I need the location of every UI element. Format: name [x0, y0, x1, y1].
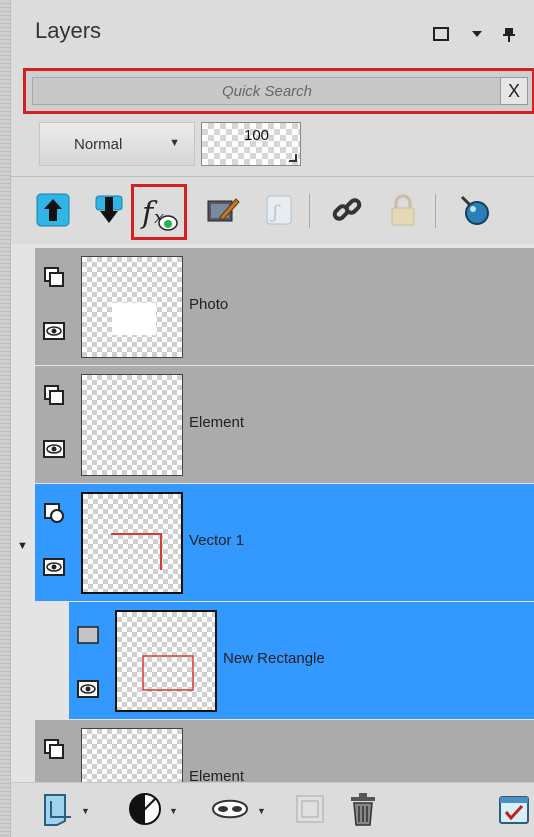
new-adjustment-layer-button[interactable]: ▼: [127, 791, 178, 831]
delete-layer-button[interactable]: [347, 791, 379, 831]
new-adjustment-layer-icon: [127, 791, 163, 832]
toolbar-divider: [435, 194, 436, 228]
move-up-icon[interactable]: [33, 190, 73, 230]
pin-icon[interactable]: [499, 24, 519, 44]
mask-icon[interactable]: ʃ: [259, 190, 299, 230]
layer-row[interactable]: Photo: [35, 248, 534, 366]
edit-selection-icon[interactable]: [203, 190, 243, 230]
layer-row-icons: [35, 248, 79, 366]
opacity-field[interactable]: 100: [201, 122, 301, 166]
new-raster-layer-button[interactable]: ▼: [41, 791, 90, 831]
raster-layer-icon: [43, 738, 65, 760]
merge-icon: [293, 792, 327, 831]
shape-layer-icon: [77, 624, 99, 646]
opacity-resize-grip-icon: [289, 154, 297, 162]
layer-name: New Rectangle: [223, 650, 325, 667]
maximize-icon[interactable]: [431, 24, 451, 44]
layer-thumbnail: [81, 256, 183, 358]
raster-layer-icon: [43, 384, 65, 406]
layer-toolbar: fx ʃ: [11, 184, 534, 240]
layer-row[interactable]: Element: [35, 720, 534, 782]
eye-icon[interactable]: [77, 678, 99, 700]
divider: [11, 176, 534, 177]
layer-row-selected[interactable]: New Rectangle: [69, 602, 534, 720]
vector-layer-icon: [43, 502, 65, 524]
raster-layer-icon: [43, 266, 65, 288]
chevron-down-icon: ▼: [169, 137, 180, 149]
layer-row-icons: [35, 366, 79, 484]
blend-mode-dropdown[interactable]: Normal ▼: [39, 122, 195, 166]
panel-title: Layers: [35, 18, 102, 43]
layer-properties-button[interactable]: [497, 791, 531, 831]
clear-search-button[interactable]: X: [500, 77, 528, 105]
panel-title-bar: Layers: [11, 0, 534, 62]
new-raster-layer-icon: [41, 791, 75, 832]
layer-row-icons: [69, 602, 113, 720]
opacity-value: 100: [244, 127, 270, 144]
eye-icon[interactable]: [43, 438, 65, 460]
move-down-icon[interactable]: [89, 190, 129, 230]
layer-thumbnail: [81, 728, 183, 782]
visibility-toggle-icon[interactable]: [455, 190, 495, 230]
toolbar-divider: [309, 194, 310, 228]
layer-styles-fx-icon[interactable]: fx: [131, 184, 187, 240]
quick-search-input[interactable]: [32, 77, 502, 105]
layer-thumbnail: [81, 374, 183, 476]
panel-resize-grip[interactable]: [0, 0, 10, 837]
layer-name: Vector 1: [189, 532, 245, 549]
eye-icon[interactable]: [43, 320, 65, 342]
chevron-down-icon: ▼: [257, 806, 266, 816]
lock-icon[interactable]: [383, 190, 423, 230]
bottom-toolbar: ▼ ▼ ▼: [11, 782, 534, 837]
layer-thumbnail: [115, 610, 217, 712]
collapse-arrow-icon[interactable]: ▼: [17, 540, 28, 552]
layer-row[interactable]: Element: [35, 366, 534, 484]
layer-name: Element: [189, 768, 245, 782]
menu-caret-icon[interactable]: [467, 24, 487, 44]
quick-search-container: X: [23, 68, 534, 114]
layer-row-icons: [35, 484, 79, 602]
eye-icon[interactable]: [43, 556, 65, 578]
blend-mode-value: Normal: [74, 135, 123, 153]
layer-list: Photo Element ▼ Vector 1 New Rectangle E…: [11, 244, 534, 782]
layer-row-selected[interactable]: Vector 1: [35, 484, 534, 602]
new-mask-icon: [209, 794, 251, 829]
layer-thumbnail: [81, 492, 183, 594]
properties-icon: [497, 792, 531, 831]
new-mask-button[interactable]: ▼: [209, 791, 266, 831]
chevron-down-icon: ▼: [169, 806, 178, 816]
link-icon[interactable]: [327, 190, 367, 230]
chevron-down-icon: ▼: [81, 806, 90, 816]
merge-button[interactable]: [293, 791, 327, 831]
delete-icon: [347, 791, 379, 832]
layer-name: Photo: [189, 296, 229, 313]
layers-panel: Layers X Normal ▼ 100 fx: [10, 0, 534, 837]
layer-name: Element: [189, 414, 245, 431]
layer-row-icons: [35, 720, 79, 782]
